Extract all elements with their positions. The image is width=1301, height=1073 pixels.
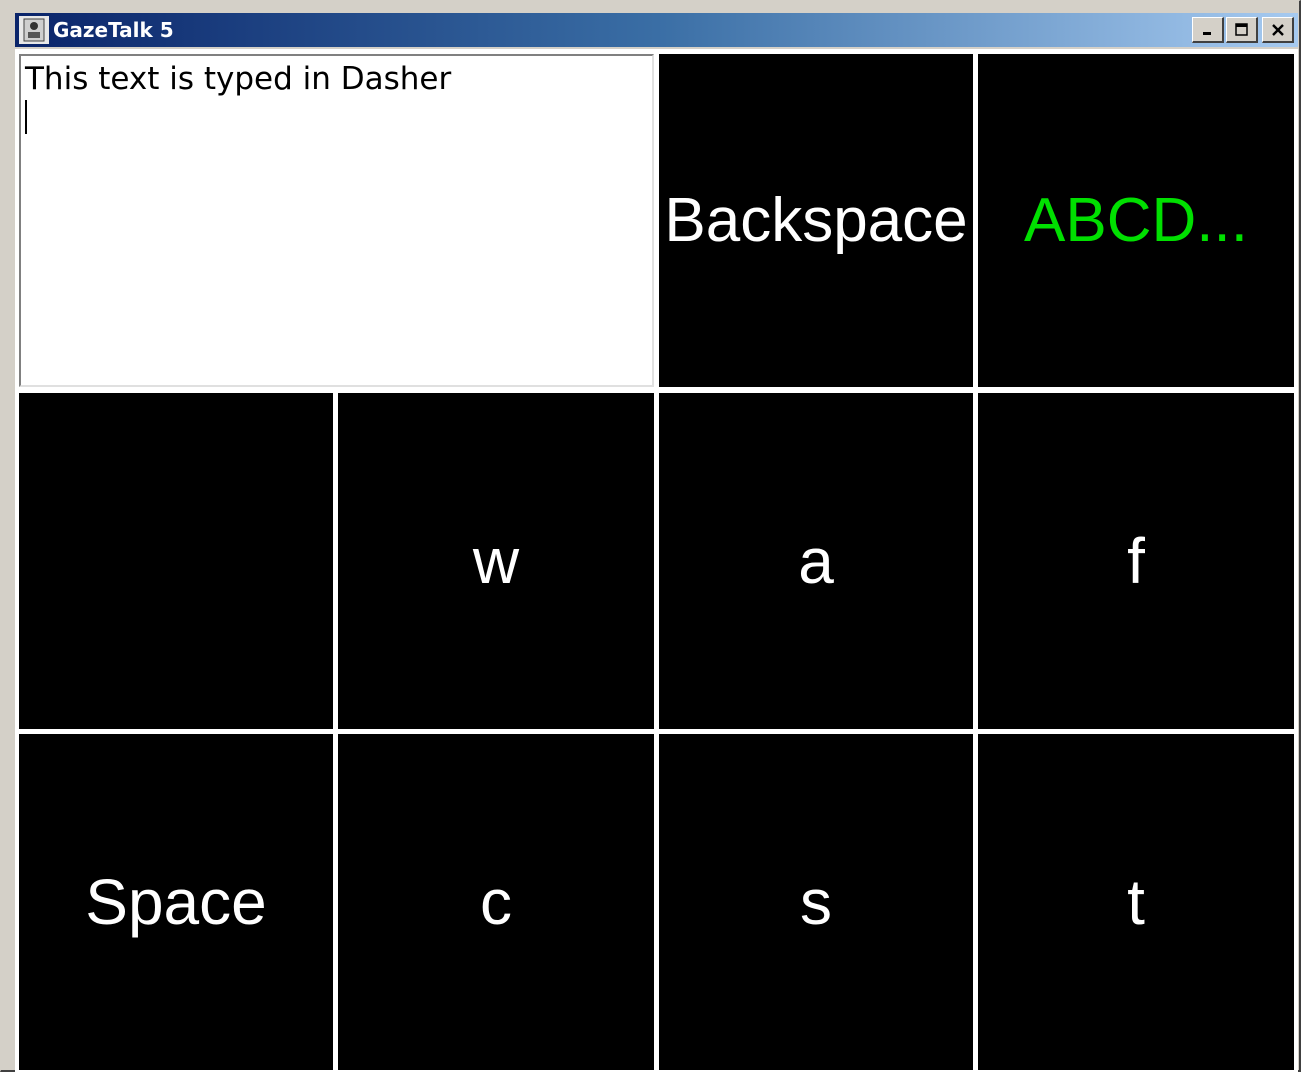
f-key[interactable]: f [978, 393, 1294, 729]
w-key-label: w [472, 525, 520, 597]
space-key[interactable]: Space [19, 734, 333, 1070]
c-key[interactable]: c [338, 734, 654, 1070]
t-key[interactable]: t [978, 734, 1294, 1070]
maximize-icon [1234, 22, 1248, 36]
backspace-key[interactable]: Backspace [659, 54, 973, 387]
minimize-button[interactable] [1192, 17, 1224, 43]
c-key-label: c [480, 866, 512, 938]
text-caret [25, 100, 27, 134]
abcd-key-label: ABCD... [1024, 186, 1248, 255]
abcd-key[interactable]: ABCD... [978, 54, 1294, 387]
minimize-icon [1202, 31, 1211, 35]
a-key[interactable]: a [659, 393, 973, 729]
text-area[interactable]: This text is typed in Dasher [19, 54, 654, 387]
window-controls [1192, 17, 1294, 43]
space-key-label: Space [85, 866, 267, 938]
backspace-key-label: Backspace [664, 186, 968, 255]
keyboard-client-area: This text is typed in Dasher Backspace A… [15, 49, 1298, 1073]
app-icon [19, 16, 49, 44]
blank-key[interactable] [19, 393, 333, 729]
gazetalk-window: GazeTalk 5 This text is typed in Dasher … [0, 0, 1301, 1073]
w-key[interactable]: w [338, 393, 654, 729]
title-bar[interactable]: GazeTalk 5 [15, 13, 1298, 47]
typed-text: This text is typed in Dasher [25, 61, 452, 97]
s-key-label: s [800, 866, 832, 938]
t-key-label: t [1127, 866, 1145, 938]
f-key-label: f [1127, 525, 1145, 597]
s-key[interactable]: s [659, 734, 973, 1070]
maximize-button[interactable] [1226, 17, 1258, 43]
close-icon [1271, 23, 1284, 36]
a-key-label: a [798, 525, 834, 597]
window-title: GazeTalk 5 [53, 18, 174, 42]
close-button[interactable] [1262, 17, 1294, 43]
